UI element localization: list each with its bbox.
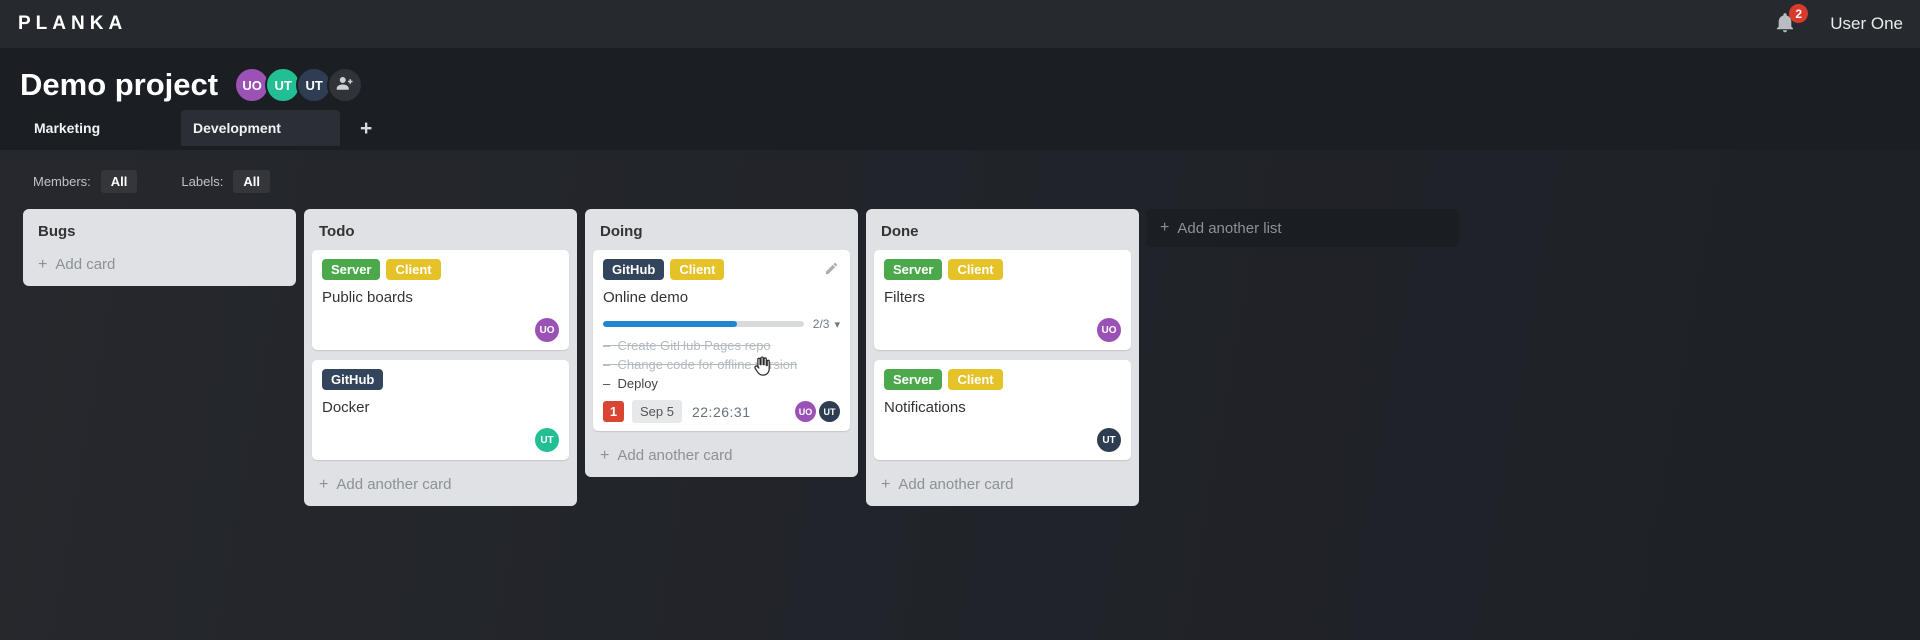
project-members: UO UT UT — [234, 67, 364, 103]
plus-icon: + — [319, 476, 329, 493]
card-label: Client — [948, 259, 1003, 280]
card-public-boards[interactable]: Server Client Public boards UO — [312, 250, 569, 350]
add-board-button[interactable]: + — [354, 112, 378, 146]
card-label: GitHub — [322, 369, 384, 390]
card-title: Filters — [884, 289, 925, 306]
card-online-demo[interactable]: GitHub Client Online demo 2/3 ▾ Create G… — [593, 250, 850, 431]
card-member-avatar[interactable]: UO — [795, 401, 816, 422]
progress-count: 2/3 — [812, 317, 830, 331]
list-done: Done Server Client Filters UO Server Cli… — [866, 209, 1139, 506]
card-member-avatar[interactable]: UO — [1097, 318, 1121, 342]
progress-fill — [603, 321, 737, 327]
labels-filter-label: Labels: — [181, 174, 224, 189]
card-notifications[interactable]: Server Client Notifications UT — [874, 360, 1131, 460]
members-filter-value[interactable]: All — [100, 170, 138, 193]
project-header: Demo project UO UT UT Marketing Developm… — [0, 48, 1920, 150]
plus-icon: + — [1160, 219, 1170, 236]
plus-icon: + — [600, 447, 610, 464]
tab-development[interactable]: Development — [181, 110, 340, 146]
edit-card-icon[interactable] — [824, 261, 839, 281]
bell-icon — [1774, 13, 1796, 38]
app-logo[interactable]: PLANKA — [18, 13, 127, 35]
card-label: Server — [322, 259, 381, 280]
card-label: Client — [948, 369, 1003, 390]
card-notifications-badge: 1 — [603, 401, 624, 422]
notifications-count-badge: 2 — [1789, 4, 1809, 23]
card-label: GitHub — [603, 259, 665, 280]
card-label: Server — [884, 369, 943, 390]
list-name[interactable]: Todo — [304, 217, 577, 250]
list-name[interactable]: Doing — [585, 217, 858, 250]
card-member-avatar[interactable]: UT — [819, 401, 840, 422]
add-card-button[interactable]: + Add another card — [585, 441, 858, 473]
plus-icon: + — [38, 256, 48, 273]
card-label: Server — [884, 259, 943, 280]
card-title: Public boards — [322, 289, 413, 306]
lists-row: Bugs + Add card Todo Server Client Public… — [0, 193, 1920, 506]
add-user-icon — [336, 74, 354, 97]
card-docker[interactable]: GitHub Docker UT — [312, 360, 569, 460]
card-member-avatar[interactable]: UT — [1097, 428, 1121, 452]
tasks-progress: 2/3 ▾ — [603, 317, 840, 331]
add-card-button[interactable]: + Add another card — [304, 470, 577, 502]
plus-icon: + — [881, 476, 891, 493]
card-member-avatar[interactable]: UT — [535, 428, 559, 452]
add-card-button[interactable]: + Add card — [23, 250, 296, 282]
list-todo: Todo Server Client Public boards UO GitH… — [304, 209, 577, 506]
list-doing: Doing GitHub Client Online demo 2/3 ▾ – … — [585, 209, 858, 477]
list-name[interactable]: Done — [866, 217, 1139, 250]
card-title: Docker — [322, 399, 370, 416]
card-label: Client — [670, 259, 725, 280]
topbar-right: 2 User One — [1774, 4, 1903, 38]
topbar: PLANKA 2 User One — [0, 0, 1920, 48]
card-label: Client — [386, 259, 441, 280]
filter-bar: Members: All Labels: All — [0, 150, 1920, 193]
board-tabs: Marketing Development + — [0, 110, 1920, 146]
due-date-badge[interactable]: Sep 5 — [632, 400, 682, 423]
add-member-button[interactable] — [327, 67, 364, 103]
list-bugs: Bugs + Add card — [23, 209, 296, 286]
user-menu[interactable]: User One — [1830, 14, 1903, 34]
chevron-down-icon[interactable]: ▾ — [834, 318, 840, 331]
labels-filter-value[interactable]: All — [233, 170, 270, 193]
card-filters[interactable]: Server Client Filters UO — [874, 250, 1131, 350]
task-item[interactable]: Change code for offline version — [603, 357, 840, 372]
timer-value[interactable]: 22:26:31 — [692, 404, 751, 420]
card-title: Notifications — [884, 399, 966, 416]
tab-marketing[interactable]: Marketing — [22, 110, 181, 146]
task-item[interactable]: Deploy — [603, 376, 840, 391]
notifications-button[interactable]: 2 — [1774, 4, 1809, 38]
progress-track — [603, 321, 804, 327]
project-title[interactable]: Demo project — [20, 67, 218, 103]
card-member-avatar[interactable]: UO — [535, 318, 559, 342]
add-list-button[interactable]: + Add another list — [1147, 209, 1459, 247]
members-filter-label: Members: — [33, 174, 91, 189]
task-item[interactable]: Create GitHub Pages repo — [603, 338, 840, 353]
add-card-button[interactable]: + Add another card — [866, 470, 1139, 502]
card-title: Online demo — [603, 289, 689, 306]
list-name[interactable]: Bugs — [23, 217, 296, 250]
task-list: Create GitHub Pages repo Change code for… — [603, 338, 840, 391]
board: Members: All Labels: All Bugs + Add card … — [0, 150, 1920, 640]
